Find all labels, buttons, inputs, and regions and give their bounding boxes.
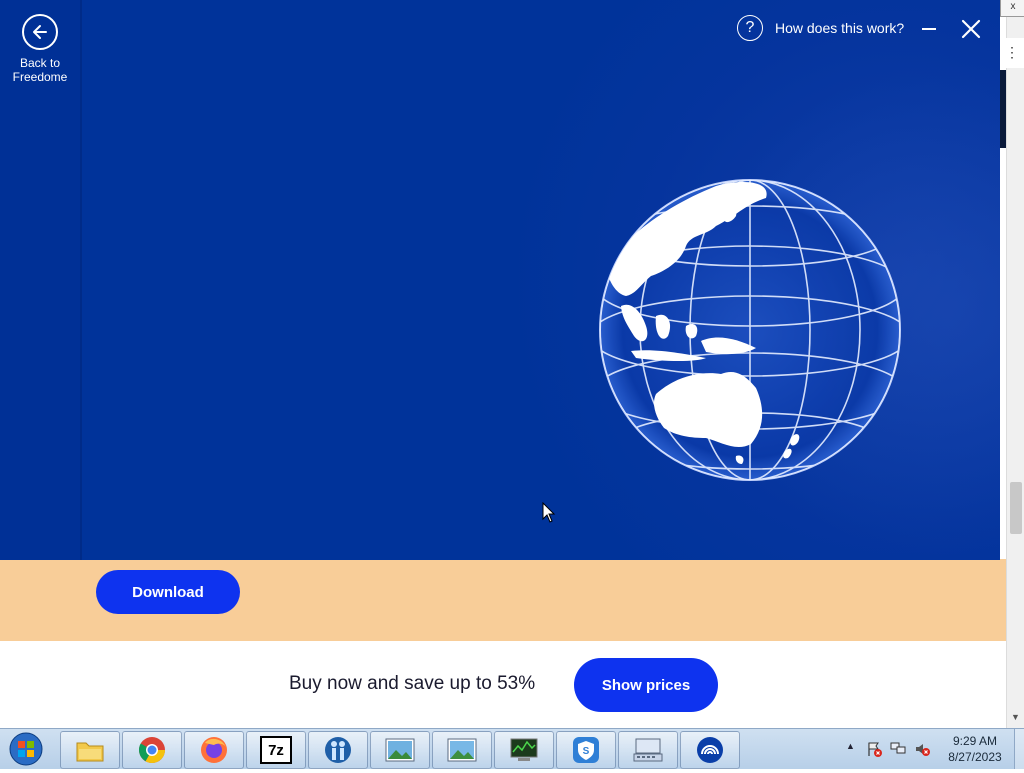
file-explorer-icon[interactable]: [60, 731, 120, 769]
globe-illustration: [599, 179, 901, 481]
svg-text:S: S: [583, 746, 590, 757]
action-center-flag-icon[interactable]: [866, 741, 882, 757]
freedome-overlay: Back to Freedome ? How does this work?: [0, 0, 1000, 560]
question-icon[interactable]: ?: [737, 15, 763, 41]
start-button[interactable]: [6, 730, 46, 768]
image-viewer-icon[interactable]: [370, 731, 430, 769]
back-arrow-icon[interactable]: [22, 14, 58, 50]
browser-edge: [1000, 70, 1006, 148]
windows-taskbar: 7z S ▲ 9:29 AM 8/27/2023: [0, 728, 1024, 769]
download-button[interactable]: Download: [96, 570, 240, 614]
scrollbar-thumb[interactable]: [1010, 482, 1022, 534]
freedome-icon[interactable]: [680, 731, 740, 769]
clock-time: 9:29 AM: [952, 734, 998, 748]
image-viewer-2-icon[interactable]: [432, 731, 492, 769]
back-label: Back to Freedome: [10, 56, 70, 84]
shield-app-icon[interactable]: S: [556, 731, 616, 769]
system-tray: ▲ 9:29 AM 8/27/2023: [842, 729, 1024, 769]
firefox-icon[interactable]: [184, 731, 244, 769]
keyboard-app-icon[interactable]: [618, 731, 678, 769]
show-prices-button[interactable]: Show prices: [574, 658, 718, 712]
close-button[interactable]: [958, 16, 984, 42]
family-app-icon[interactable]: [308, 731, 368, 769]
show-desktop-button[interactable]: [1014, 729, 1024, 769]
7zip-label: 7z: [260, 736, 292, 764]
minimize-button[interactable]: [918, 18, 940, 40]
promo-text: Buy now and save up to 53%: [289, 673, 536, 694]
show-hidden-icons-icon[interactable]: ▲: [846, 741, 855, 751]
left-rail: [0, 0, 82, 560]
clock[interactable]: 9:29 AM 8/27/2023: [940, 733, 1010, 765]
7zip-icon[interactable]: 7z: [246, 731, 306, 769]
browser-close-icon[interactable]: x: [1000, 0, 1024, 17]
back-to-freedome-button[interactable]: Back to Freedome: [10, 14, 70, 84]
back-label-line1: Back to: [19, 56, 61, 70]
mouse-cursor-icon: [542, 502, 556, 523]
back-label-line2: Freedome: [12, 70, 68, 84]
volume-muted-icon[interactable]: [914, 741, 930, 757]
how-does-this-work-link[interactable]: ? How does this work?: [737, 15, 904, 41]
network-icon[interactable]: [890, 741, 906, 757]
scroll-down-arrow-icon[interactable]: ▼: [1011, 712, 1020, 722]
browser-menu-icon[interactable]: ⋮: [1000, 38, 1024, 68]
help-label[interactable]: How does this work?: [775, 20, 904, 36]
chrome-icon[interactable]: [122, 731, 182, 769]
browser-scrollbar[interactable]: ▼: [1006, 0, 1024, 728]
clock-date: 8/27/2023: [948, 750, 1002, 764]
system-monitor-icon[interactable]: [494, 731, 554, 769]
